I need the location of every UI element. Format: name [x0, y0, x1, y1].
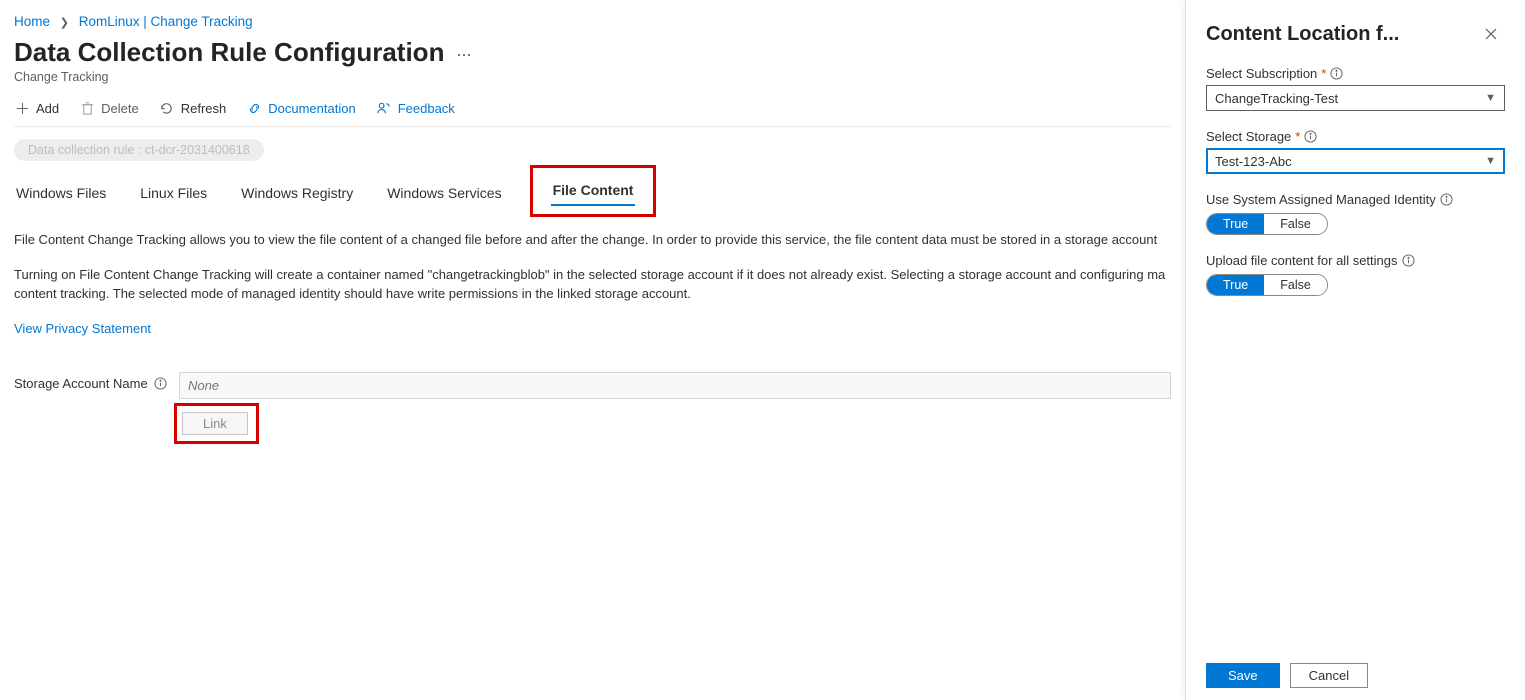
breadcrumb-home-link[interactable]: Home: [14, 14, 50, 29]
save-button[interactable]: Save: [1206, 663, 1280, 688]
upload-file-content-label: Upload file content for all settings: [1206, 253, 1505, 268]
link-button[interactable]: Link: [182, 412, 248, 435]
tab-file-content-highlight: File Content: [530, 165, 657, 217]
required-indicator: *: [1321, 66, 1326, 81]
managed-identity-toggle[interactable]: True False: [1206, 213, 1328, 235]
upload-file-content-true[interactable]: True: [1207, 275, 1264, 295]
delete-button[interactable]: Delete: [79, 100, 139, 116]
description-paragraph-2: Turning on File Content Change Tracking …: [14, 266, 1171, 304]
feedback-link[interactable]: Feedback: [376, 100, 455, 116]
info-icon[interactable]: [1402, 254, 1415, 267]
tab-windows-files[interactable]: Windows Files: [14, 179, 108, 209]
documentation-link[interactable]: Documentation: [246, 100, 355, 116]
managed-identity-true[interactable]: True: [1207, 214, 1264, 234]
link-icon: [246, 100, 262, 116]
upload-file-content-toggle[interactable]: True False: [1206, 274, 1328, 296]
managed-identity-false[interactable]: False: [1264, 214, 1327, 234]
description-paragraph-1: File Content Change Tracking allows you …: [14, 231, 1171, 250]
delete-label: Delete: [101, 101, 139, 116]
info-icon[interactable]: [1330, 67, 1343, 80]
add-label: Add: [36, 101, 59, 116]
close-panel-button[interactable]: [1477, 20, 1505, 48]
select-storage-value: Test-123-Abc: [1215, 154, 1292, 169]
page-title: Data Collection Rule Configuration: [14, 37, 444, 68]
cancel-button[interactable]: Cancel: [1290, 663, 1368, 688]
feedback-icon: [376, 100, 392, 116]
page-subtitle: Change Tracking: [14, 70, 1171, 84]
info-icon[interactable]: [1440, 193, 1453, 206]
select-subscription-value: ChangeTracking-Test: [1215, 91, 1338, 106]
select-subscription-dropdown[interactable]: ChangeTracking-Test ▼: [1206, 85, 1505, 111]
storage-account-name-label: Storage Account Name: [14, 372, 179, 391]
tab-windows-services[interactable]: Windows Services: [385, 179, 503, 209]
managed-identity-label: Use System Assigned Managed Identity: [1206, 192, 1505, 207]
chevron-down-icon: ▼: [1485, 155, 1496, 167]
add-button[interactable]: Add: [14, 100, 59, 116]
feedback-label: Feedback: [398, 101, 455, 116]
dcr-chip: Data collection rule : ct-dcr-2031400618: [14, 139, 264, 161]
refresh-button[interactable]: Refresh: [159, 100, 227, 116]
info-icon[interactable]: [154, 377, 167, 390]
tabs: Windows Files Linux Files Windows Regist…: [14, 173, 1171, 209]
info-icon[interactable]: [1304, 130, 1317, 143]
plus-icon: [14, 100, 30, 116]
required-indicator: *: [1295, 129, 1300, 144]
refresh-icon: [159, 100, 175, 116]
tab-description: File Content Change Tracking allows you …: [14, 231, 1171, 338]
chevron-right-icon: ❯: [54, 17, 75, 29]
trash-icon: [79, 100, 95, 116]
select-subscription-label: Select Subscription *: [1206, 66, 1505, 81]
tab-linux-files[interactable]: Linux Files: [138, 179, 209, 209]
content-location-panel: Content Location f... Select Subscriptio…: [1185, 0, 1525, 700]
breadcrumb: Home ❯ RomLinux | Change Tracking: [14, 10, 1171, 37]
panel-title: Content Location f...: [1206, 23, 1399, 46]
upload-file-content-false[interactable]: False: [1264, 275, 1327, 295]
command-bar: Add Delete Refresh Documentation: [14, 94, 1171, 127]
link-button-highlight: Link: [174, 403, 259, 444]
breadcrumb-current-link[interactable]: RomLinux | Change Tracking: [79, 14, 253, 29]
documentation-label: Documentation: [268, 101, 355, 116]
tab-windows-registry[interactable]: Windows Registry: [239, 179, 355, 209]
privacy-statement-link[interactable]: View Privacy Statement: [14, 321, 151, 336]
select-storage-label: Select Storage *: [1206, 129, 1505, 144]
storage-account-name-input[interactable]: [179, 372, 1171, 399]
select-storage-dropdown[interactable]: Test-123-Abc ▼: [1206, 148, 1505, 174]
refresh-label: Refresh: [181, 101, 227, 116]
tab-file-content[interactable]: File Content: [551, 176, 636, 206]
more-actions-button[interactable]: ...: [456, 40, 471, 65]
chevron-down-icon: ▼: [1485, 92, 1496, 104]
